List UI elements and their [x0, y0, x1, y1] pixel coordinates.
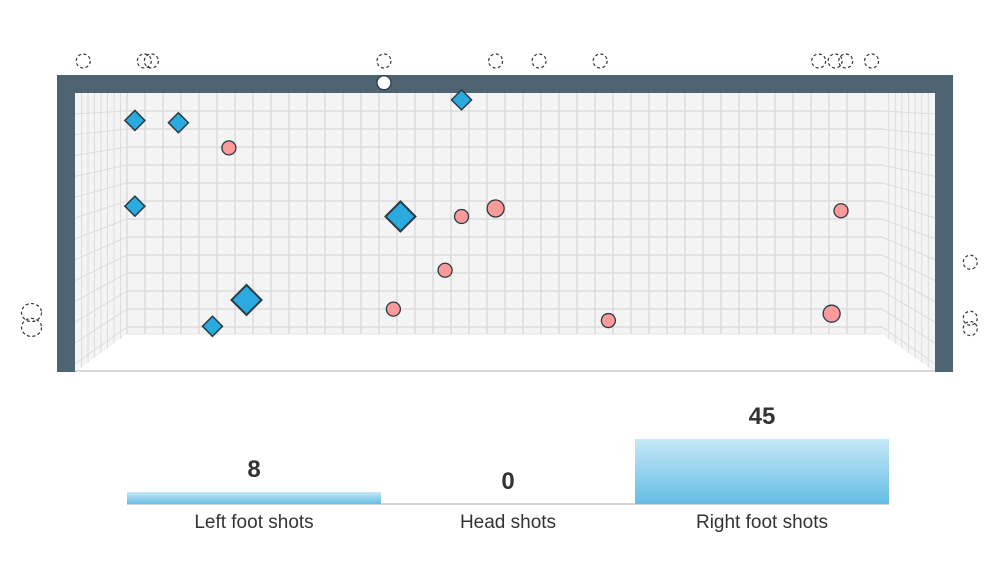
missed-shot-marker — [962, 254, 978, 270]
missed-shot-marker — [376, 53, 392, 69]
circle-shot-marker — [486, 199, 505, 218]
woodwork-shot-marker — [376, 75, 392, 91]
bar-category-label: Left foot shots — [194, 512, 314, 533]
bar-value-label: 8 — [247, 456, 261, 484]
missed-shot-marker — [136, 53, 152, 69]
left-post — [57, 75, 75, 372]
circle-shot-marker — [600, 312, 617, 329]
circle-shot-marker — [437, 262, 453, 278]
bar-value-label: 0 — [501, 468, 515, 495]
circle-shot-marker — [221, 140, 237, 156]
missed-shot-marker — [863, 53, 880, 69]
bar-category-label: Head shots — [459, 512, 557, 533]
missed-shot-marker — [488, 53, 504, 69]
circle-shot-marker — [385, 301, 402, 317]
goal-net — [74, 93, 936, 372]
crossbar — [57, 75, 953, 93]
missed-shot-marker — [592, 53, 608, 69]
circle-shot-marker — [453, 208, 470, 225]
circle-shot-marker — [833, 203, 849, 219]
goal-shot-map — [20, 53, 978, 372]
bar — [127, 492, 381, 504]
bar-value-label: 45 — [748, 403, 776, 430]
missed-shot-marker — [531, 53, 547, 69]
missed-shot-marker — [20, 317, 43, 338]
right-post — [935, 75, 953, 372]
bar-category-label: Right foot shots — [695, 512, 829, 533]
shot-type-bar-chart: 8 Left foot shots 0 Head shots 45 Right foot … — [0, 400, 990, 568]
bar — [635, 439, 889, 504]
missed-shot-marker — [75, 53, 91, 69]
circle-shot-marker — [822, 304, 841, 323]
missed-shot-marker — [811, 53, 827, 69]
